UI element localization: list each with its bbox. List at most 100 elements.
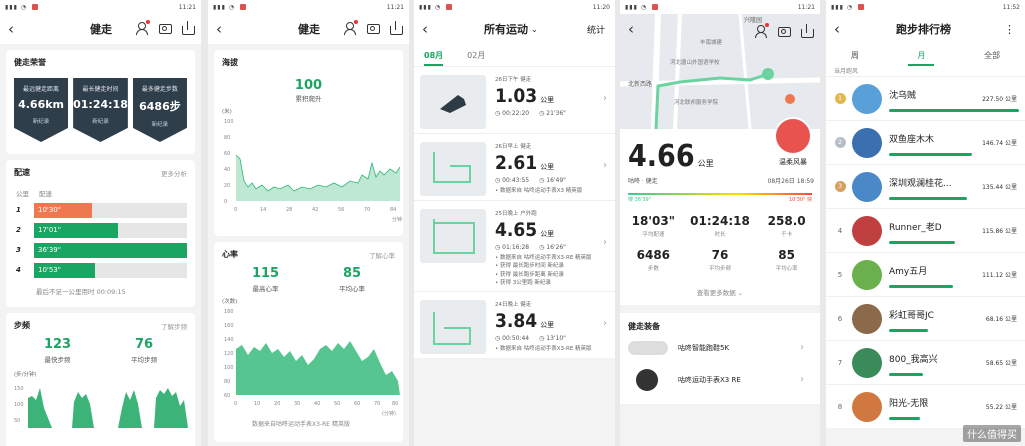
rank-number: 8 bbox=[837, 402, 843, 411]
leaderboard-row[interactable]: 1 沈乌贼 227.50 公里 bbox=[826, 76, 1025, 120]
share-icon[interactable] bbox=[181, 21, 195, 35]
share-icon[interactable] bbox=[800, 24, 814, 38]
cadence-avg: 76 bbox=[134, 337, 154, 352]
svg-text:160: 160 bbox=[224, 323, 234, 329]
svg-text:60: 60 bbox=[224, 393, 230, 399]
stats-button[interactable]: 统计 bbox=[587, 23, 605, 36]
leaderboard-row[interactable]: 8 阳光-无限 55.22 公里 bbox=[826, 384, 1025, 428]
avatar[interactable] bbox=[852, 303, 882, 334]
cadence-more-link[interactable]: 了解步频 bbox=[161, 321, 187, 331]
more-icon[interactable]: ⋮ bbox=[1004, 23, 1015, 36]
avatar[interactable] bbox=[852, 259, 882, 290]
activity-note: • 获得 最长跑步时间 新纪录 bbox=[495, 263, 564, 270]
page-title[interactable]: 所有运动 bbox=[484, 21, 528, 37]
runner-name: 彩虹哥哥JC bbox=[889, 310, 934, 321]
tab-february[interactable]: 02月 bbox=[467, 50, 485, 66]
leaderboard-row[interactable]: 2 双鱼座木木 146.74 公里 bbox=[826, 120, 1025, 164]
friends-icon[interactable] bbox=[135, 20, 150, 35]
tab-week[interactable]: 周 bbox=[851, 50, 859, 66]
tab-month[interactable]: 月 bbox=[908, 50, 935, 66]
chevron-down-icon[interactable]: ⌄ bbox=[531, 25, 538, 34]
avatar[interactable] bbox=[852, 215, 882, 246]
chevron-right-icon: › bbox=[603, 318, 607, 330]
leaderboard-row[interactable]: 3 深圳观澜桂花... 135.44 公里 bbox=[826, 164, 1025, 208]
screen-walk-summary: ▮▮▮ ◔ 11:21 ‹ 健走 健走荣誉 最远健走距离 4.66km 新纪录 最长… bbox=[0, 0, 201, 446]
view-more-data[interactable]: 查看更多数据 ⌄ bbox=[620, 281, 820, 305]
camera-icon[interactable] bbox=[158, 21, 172, 35]
svg-text:80: 80 bbox=[224, 379, 230, 385]
stat-cell: 01:24:18 时长 bbox=[690, 214, 750, 238]
svg-text:40: 40 bbox=[224, 167, 230, 173]
activity-duration: ◷ 00:50:44 bbox=[495, 335, 530, 342]
pace-bar-track: 10'30" bbox=[34, 202, 187, 218]
activity-item[interactable]: 25日晚上 户外跑 4.65 公里 ◷ 01:16:28 ◷ 16'26" • 数据来自 … bbox=[414, 200, 615, 291]
activity-item[interactable]: 26日早上 健走 2.61 公里 ◷ 00:43:55 ◷ 16'49" • 数据来自 咕… bbox=[414, 133, 615, 200]
pace-bar: 10'53" bbox=[34, 262, 96, 278]
leaderboard-row[interactable]: 5 Amy五月 111.12 公里 bbox=[826, 252, 1025, 296]
friends-icon[interactable] bbox=[343, 20, 358, 35]
svg-text:60: 60 bbox=[354, 401, 360, 407]
heart-more-link[interactable]: 了解心率 bbox=[369, 250, 395, 260]
pace-slow-label: 慢 36'39" bbox=[628, 197, 651, 203]
tab-all[interactable]: 全部 bbox=[984, 50, 1000, 66]
activity-distance: 3.84 公里 bbox=[495, 310, 555, 332]
chevron-right-icon: › bbox=[800, 342, 804, 353]
gear-item-watch[interactable]: 咕咚运动手表X3 RE › bbox=[628, 364, 812, 396]
honor-card: 健走荣誉 最远健走距离 4.66km 新纪录 最长健走时间 01:24:18 新纪录 最… bbox=[6, 50, 195, 154]
camera-icon[interactable] bbox=[777, 24, 791, 38]
friends-icon[interactable] bbox=[754, 23, 769, 38]
tab-august[interactable]: 08月 bbox=[424, 50, 444, 66]
heart-chart: 180 160 140 120 100 80 60 0 10 20 30 40 50 60 70 80 (分… bbox=[224, 309, 400, 428]
heart-rate-card: 心率 了解心率 115 最高心率 85 平均心率 (次数) 180 160 140 120… bbox=[214, 242, 403, 442]
svg-text:(分钟): (分钟) bbox=[382, 410, 396, 417]
back-icon[interactable]: ‹ bbox=[422, 20, 434, 38]
activity-note: • 数据来自 咕咚运动手表X3-RE 精英版 bbox=[495, 255, 592, 261]
share-icon[interactable] bbox=[389, 21, 403, 35]
chevron-right-icon: › bbox=[800, 374, 804, 385]
shoe-icon bbox=[628, 341, 668, 355]
runner-name: 深圳观澜桂花... bbox=[889, 178, 952, 189]
chevron-right-icon: › bbox=[603, 93, 607, 105]
screen-walk-record: ▮▮▮ ◔ 11:21 兴隆园 北新西路 河北唐山外国语学校 河北联邦服务学院 … bbox=[620, 0, 820, 446]
avatar[interactable] bbox=[852, 391, 882, 422]
activity-pace: ◷ 21'36" bbox=[539, 110, 566, 117]
runner-distance: 227.50 公里 bbox=[982, 96, 1017, 103]
activity-item[interactable]: 26日下午 健走 1.03 公里 ◷ 00:22:20 ◷ 21'36" › bbox=[414, 66, 615, 133]
route-map[interactable]: 兴隆园 北新西路 河北唐山外国语学校 河北联邦服务学院 丰南城建 ‹ bbox=[620, 14, 820, 129]
pace-row: 2 17'01" bbox=[14, 222, 187, 238]
pace-col-km: 公里 bbox=[16, 190, 29, 198]
top-bar: ‹ 所有运动 ⌄ 统计 bbox=[414, 14, 615, 44]
altitude-climb-value: 100 bbox=[294, 78, 323, 93]
camera-icon[interactable] bbox=[366, 21, 380, 35]
avatar[interactable] bbox=[852, 127, 882, 158]
pace-km-number: 3 bbox=[16, 246, 21, 254]
svg-text:120: 120 bbox=[224, 351, 234, 357]
avatar[interactable] bbox=[852, 171, 882, 202]
watch-icon bbox=[636, 369, 658, 391]
avatar[interactable] bbox=[852, 83, 882, 114]
leaderboard-row[interactable]: 7 800_我高兴 58.65 公里 bbox=[826, 340, 1025, 384]
back-icon[interactable]: ‹ bbox=[216, 20, 228, 38]
leaderboard-row[interactable]: 4 Runner_老D 115.86 公里 bbox=[826, 208, 1025, 252]
pace-fast-label: 10'30" 快 bbox=[789, 197, 812, 203]
activity-date: 24日晚上 健走 bbox=[495, 302, 532, 308]
user-name: 温柔风暴 bbox=[779, 158, 807, 166]
leaderboard-row[interactable]: 6 彩虹哥哥JC 68.16 公里 bbox=[826, 296, 1025, 340]
badge-longest-distance[interactable]: 最远健走距离 4.66km 新纪录 bbox=[14, 78, 69, 142]
avatar[interactable] bbox=[852, 347, 882, 378]
gear-item-shoes[interactable]: 咕咚智能跑鞋5K › bbox=[628, 332, 812, 364]
activity-note: • 数据来自 咕咚运动手表X3-RE 精英版 bbox=[495, 346, 592, 352]
avatar[interactable] bbox=[774, 117, 812, 155]
stat-cell: 85 平均心率 bbox=[775, 248, 798, 272]
back-icon[interactable]: ‹ bbox=[8, 20, 20, 38]
badge-longest-time[interactable]: 最长健走时间 01:24:18 新纪录 bbox=[73, 78, 128, 142]
runner-distance: 68.16 公里 bbox=[985, 316, 1017, 323]
pace-row: 4 10'53" bbox=[14, 262, 187, 278]
medal-icon: 3 bbox=[834, 181, 846, 192]
activity-item[interactable]: 24日晚上 健走 3.84 公里 ◷ 00:50:44 ◷ 13'10" • 数据来自 咕… bbox=[414, 291, 615, 358]
cadence-chart: 150 100 50 bbox=[14, 386, 188, 428]
back-icon[interactable]: ‹ bbox=[834, 20, 846, 38]
back-icon[interactable]: ‹ bbox=[628, 20, 634, 38]
badge-most-steps[interactable]: 最多健走步数 6486步 新纪录 bbox=[132, 78, 187, 142]
pace-more-link[interactable]: 更多分析 bbox=[161, 168, 187, 178]
